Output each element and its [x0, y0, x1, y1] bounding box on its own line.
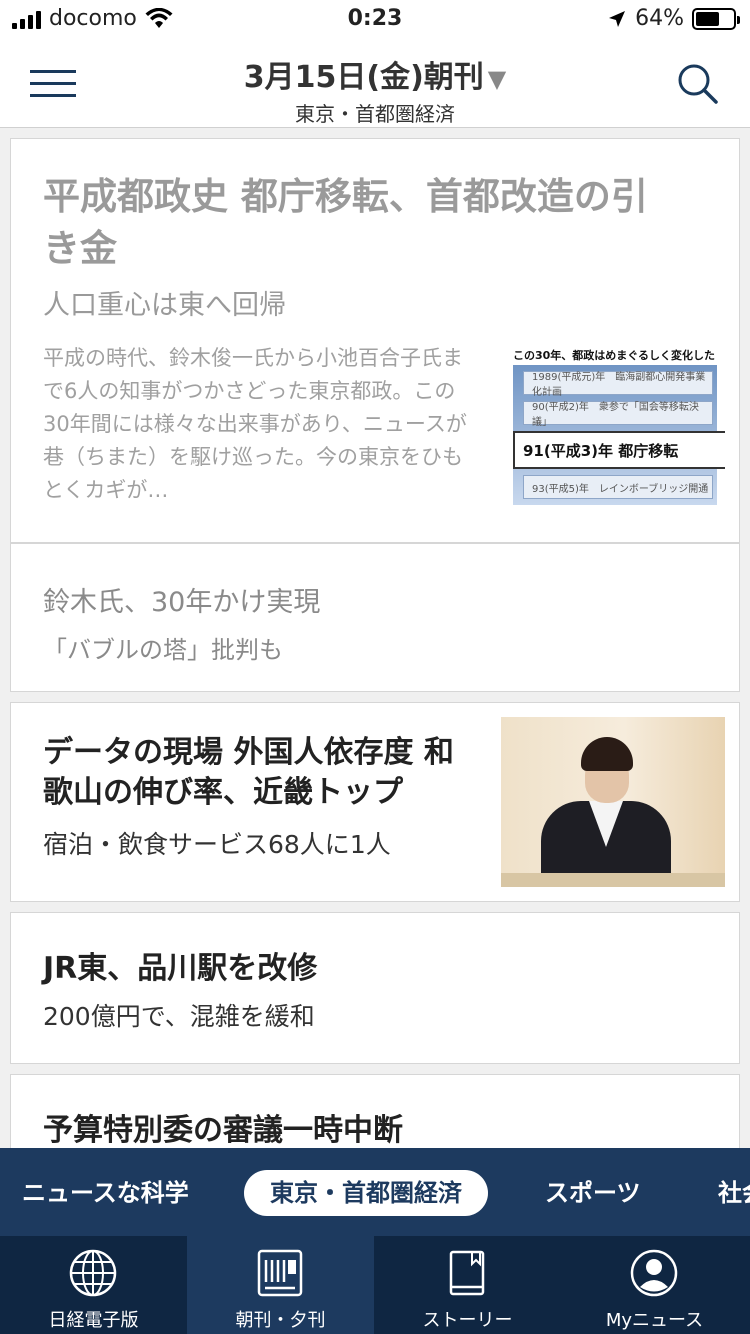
tab-nikkei-online[interactable]: 日経電子版: [0, 1236, 187, 1334]
edition-date[interactable]: 3月15日(金)朝刊 ▼: [150, 52, 600, 96]
thumbnail-row-highlight: 91(平成3)年 都庁移転: [513, 431, 725, 469]
category-tabs: ニュースな科学 東京・首都圏経済 スポーツ 社会: [0, 1148, 750, 1236]
article-card[interactable]: データの現場 外国人依存度 和歌山の伸び率、近畿トップ 宿泊・飲食サービス68人…: [10, 702, 740, 902]
newspaper-icon: [257, 1249, 303, 1297]
thumbnail-row: 1989(平成元)年 臨海副都心開発事業化計画: [523, 371, 713, 398]
tab-story[interactable]: ストーリー: [374, 1236, 561, 1334]
tab-label: ストーリー: [422, 1310, 513, 1331]
article-thumbnail[interactable]: この30年、都政はめまぐるしく変化した 1989(平成元)年 臨海副都心開発事業…: [503, 343, 725, 509]
thumbnail-row: 90(平成2)年 衆参で「国会等移転決議」: [523, 401, 713, 428]
article-card[interactable]: JR東、品川駅を改修 200億円で、混雑を緩和: [10, 912, 740, 1064]
article-subtitle: 200億円で、混雑を緩和: [43, 1002, 315, 1031]
related-subtitle: 「バブルの塔」批判も: [43, 636, 283, 664]
battery-fill: [696, 11, 720, 26]
tab-my-news[interactable]: Myニュース: [561, 1236, 748, 1334]
battery-percent: 64%: [635, 6, 684, 31]
location-arrow-icon: [609, 10, 626, 27]
article-subtitle: 宿泊・飲食サービス68人に1人: [43, 830, 391, 859]
battery-icon: [692, 7, 740, 30]
globe-icon: [69, 1249, 117, 1297]
category-tab[interactable]: スポーツ: [545, 1170, 641, 1216]
article-title[interactable]: 予算特別委の審議一時中断: [43, 1105, 403, 1148]
hamburger-icon[interactable]: [30, 66, 78, 100]
article-summary: 平成の時代、鈴木俊一氏から小池百合子氏まで6人の知事がつかさどった東京都政。この…: [43, 346, 467, 502]
article-list: 平成都政史 都庁移転、首都改造の引き金 人口重心は東へ回帰 平成の時代、鈴木俊一…: [0, 128, 750, 1148]
edition-date-label: 3月15日(金)朝刊: [243, 60, 484, 95]
article-card[interactable]: 平成都政史 都庁移転、首都改造の引き金 人口重心は東へ回帰 平成の時代、鈴木俊一…: [10, 138, 740, 543]
article-photo[interactable]: [501, 717, 725, 887]
photo-person-hair: [581, 737, 633, 771]
tab-morning-evening[interactable]: 朝刊・夕刊: [187, 1236, 374, 1334]
status-right: 64%: [607, 6, 740, 31]
article-title[interactable]: 平成都政史 都庁移転、首都改造の引き金: [43, 171, 663, 275]
thumbnail-graphic: 1989(平成元)年 臨海副都心開発事業化計画 90(平成2)年 衆参で「国会等…: [513, 365, 725, 505]
section-name: 東京・首都圏経済: [295, 102, 455, 126]
category-tab-active[interactable]: 東京・首都圏経済: [244, 1170, 488, 1216]
article-subtitle: 人口重心は東へ回帰: [43, 290, 286, 321]
article-title[interactable]: JR東、品川駅を改修: [43, 943, 317, 987]
search-icon[interactable]: [676, 62, 720, 106]
related-article-card[interactable]: 鈴木氏、30年かけ実現 「バブルの塔」批判も: [10, 543, 740, 692]
dropdown-arrow-icon: ▼: [487, 65, 507, 93]
thumbnail-row: 93(平成5)年 レインボーブリッジ開通: [523, 475, 713, 499]
status-bar: docomo 0:23 64%: [0, 0, 750, 40]
edition-selector[interactable]: 3月15日(金)朝刊 ▼ 東京・首都圏経済: [150, 52, 600, 127]
thumbnail-caption: この30年、都政はめまぐるしく変化した: [512, 349, 716, 362]
category-tab[interactable]: ニュースな科学: [22, 1170, 189, 1216]
category-tab[interactable]: 社会: [718, 1170, 750, 1216]
book-icon: [449, 1250, 485, 1296]
article-card[interactable]: 予算特別委の審議一時中断: [10, 1074, 740, 1148]
tab-label: 朝刊・夕刊: [235, 1310, 326, 1331]
tab-label: Myニュース: [605, 1310, 704, 1331]
bottom-tab-bar: 日経電子版 朝刊・夕刊 ストーリー Myニュース: [0, 1236, 750, 1334]
tab-label: 日経電子版: [48, 1310, 139, 1331]
nav-bar: 3月15日(金)朝刊 ▼ 東京・首都圏経済: [0, 40, 750, 128]
person-icon: [630, 1249, 678, 1297]
photo-table: [501, 873, 725, 887]
related-title[interactable]: 鈴木氏、30年かけ実現: [43, 580, 320, 619]
article-title[interactable]: データの現場 外国人依存度 和歌山の伸び率、近畿トップ: [43, 733, 483, 813]
